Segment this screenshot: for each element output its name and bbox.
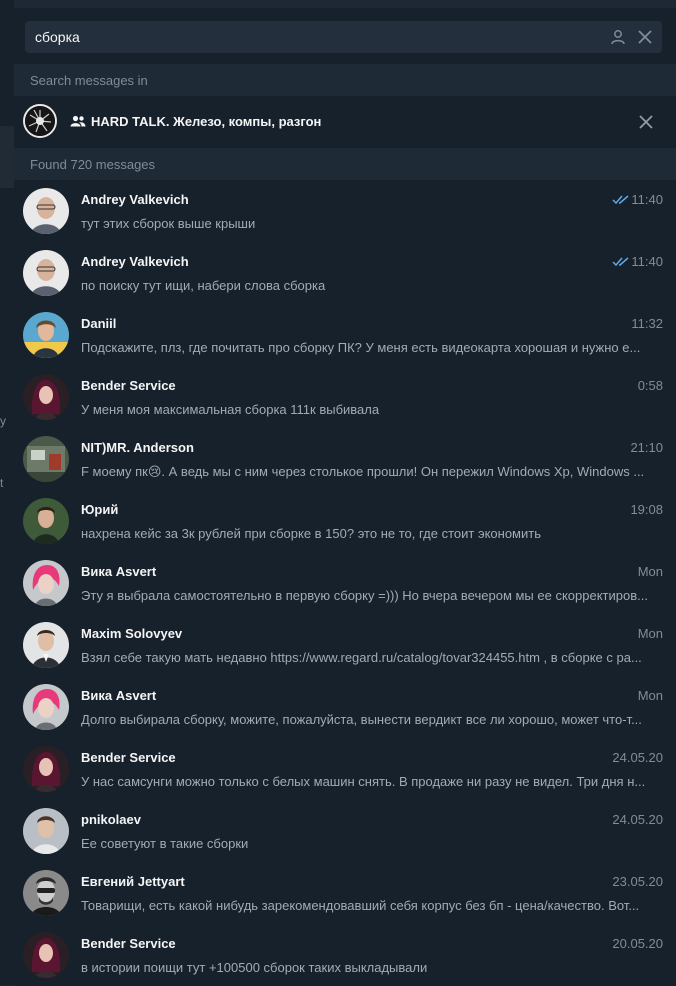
remove-chat-filter-icon[interactable] [638, 114, 654, 130]
result-message-snippet: У меня моя максимальная сборка 111к выби… [81, 402, 380, 417]
avatar [23, 746, 69, 792]
avatar [23, 312, 69, 358]
avatar [23, 808, 69, 854]
result-time: 21:10 [630, 440, 663, 455]
result-sender-name: Andrey Valkevich [81, 254, 189, 269]
search-box [25, 21, 662, 53]
result-item[interactable]: Bender Service 24.05.20 У нас самсунги мож… [14, 738, 676, 800]
sidebar-fragment-text: t [0, 476, 4, 490]
sidebar-edge: y t [0, 0, 14, 985]
result-message-snippet: нахрена кейс за 3к рублей при сборке в 1… [81, 526, 541, 541]
result-item[interactable]: Вика Asvert Mon Долго выбирала сборку, мож… [14, 676, 676, 738]
sidebar-fragment-text: y [0, 414, 6, 428]
result-sender-name: Bender Service [81, 750, 176, 765]
result-time: Mon [637, 688, 663, 703]
read-checkmarks-icon [612, 195, 629, 205]
avatar [23, 932, 69, 978]
result-sender-name: Maxim Solovyev [81, 626, 183, 641]
result-item[interactable]: Евгений Jettyart 23.05.20 Товарищи, есть к… [14, 862, 676, 924]
result-sender-name: Bender Service [81, 378, 176, 393]
result-sender-name: Вика Asvert [81, 688, 157, 703]
result-item[interactable]: Bender Service 0:58 У меня моя максимальна… [14, 366, 676, 428]
clear-search-icon[interactable] [637, 29, 653, 45]
result-item[interactable]: Daniil 11:32 Подскажите, плз, где почитать… [14, 304, 676, 366]
result-sender-name: Andrey Valkevich [81, 192, 189, 207]
result-time: 11:40 [631, 192, 663, 207]
avatar [23, 560, 69, 606]
user-filter-icon[interactable] [610, 29, 626, 45]
result-time: Mon [637, 564, 663, 579]
top-bar [14, 0, 676, 8]
result-message-snippet: по поиску тут ищи, набери слова сборка [81, 278, 326, 293]
result-message-snippet: Взял себе такую мать недавно https://www… [81, 650, 642, 665]
result-time: 23.05.20 [612, 874, 663, 889]
result-item[interactable]: Andrey Valkevich 11:40 тут этих сборок выш… [14, 180, 676, 242]
result-sender-name: Вика Asvert [81, 564, 157, 579]
result-time: 20.05.20 [612, 936, 663, 951]
avatar [23, 498, 69, 544]
result-message-snippet: тут этих сборок выше крыши [81, 216, 256, 231]
avatar [23, 436, 69, 482]
result-time: Mon [637, 626, 663, 641]
result-sender-name: Юрий [81, 502, 119, 517]
avatar [23, 374, 69, 420]
avatar [23, 622, 69, 668]
chat-avatar [23, 104, 57, 138]
result-item[interactable]: Maxim Solovyev Mon Взял себе такую мать не… [14, 614, 676, 676]
search-in-header: Search messages in [14, 64, 676, 96]
result-time: 19:08 [630, 502, 663, 517]
avatar [23, 870, 69, 916]
result-item[interactable]: Bender Service 20.05.20 в истории поищи ту… [14, 924, 676, 986]
result-item[interactable]: Юрий 19:08 нахрена кейс за 3к рублей при с… [14, 490, 676, 552]
result-message-snippet: Подскажите, плз, где почитать про сборку… [81, 340, 641, 355]
result-message-snippet: F моему пк😢. А ведь мы с ним через столь… [81, 464, 645, 479]
result-message-snippet: Товарищи, есть какой нибудь зарекомендов… [81, 898, 640, 913]
chat-filter-row[interactable]: HARD TALK. Железо, компы, разгон [14, 96, 676, 148]
avatar [23, 250, 69, 296]
result-time: 11:40 [631, 254, 663, 269]
result-time: 11:32 [631, 316, 663, 331]
chat-filter-title: HARD TALK. Железо, компы, разгон [91, 114, 322, 129]
results-list: Andrey Valkevich 11:40 тут этих сборок выш… [14, 180, 676, 986]
result-sender-name: Daniil [81, 316, 117, 331]
avatar [23, 684, 69, 730]
result-time: 24.05.20 [612, 812, 663, 827]
result-message-snippet: Эту я выбрала самостоятельно в первую сб… [81, 588, 648, 603]
search-panel: Search messages in HARD TALK. Железо, ко… [14, 0, 676, 986]
result-sender-name: pnikolaev [81, 812, 141, 827]
result-sender-name: Bender Service [81, 936, 176, 951]
sidebar-notch [0, 126, 14, 188]
result-item[interactable]: Вика Asvert Mon Эту я выбрала самостоятель… [14, 552, 676, 614]
read-checkmarks-icon [612, 257, 629, 267]
result-item[interactable]: NIT)MR. Anderson 21:10 F моему пк😢. А ведь… [14, 428, 676, 490]
result-message-snippet: Ее советуют в такие сборки [81, 836, 249, 851]
result-message-snippet: Долго выбирала сборку, можите, пожалуйст… [81, 712, 642, 727]
result-time: 0:58 [637, 378, 663, 393]
result-sender-name: Евгений Jettyart [81, 874, 185, 889]
result-item[interactable]: Andrey Valkevich 11:40 по поиску тут ищи, … [14, 242, 676, 304]
result-time: 24.05.20 [612, 750, 663, 765]
group-icon [70, 115, 86, 127]
result-sender-name: NIT)MR. Anderson [81, 440, 194, 455]
search-input[interactable] [35, 21, 595, 53]
result-message-snippet: У нас самсунги можно только с белых маши… [81, 774, 646, 789]
result-message-snippet: в истории поищи тут +100500 сборок таких… [81, 960, 428, 975]
found-count-header: Found 720 messages [14, 148, 676, 180]
avatar [23, 188, 69, 234]
result-item[interactable]: pnikolaev 24.05.20 Ее советуют в такие сбо… [14, 800, 676, 862]
